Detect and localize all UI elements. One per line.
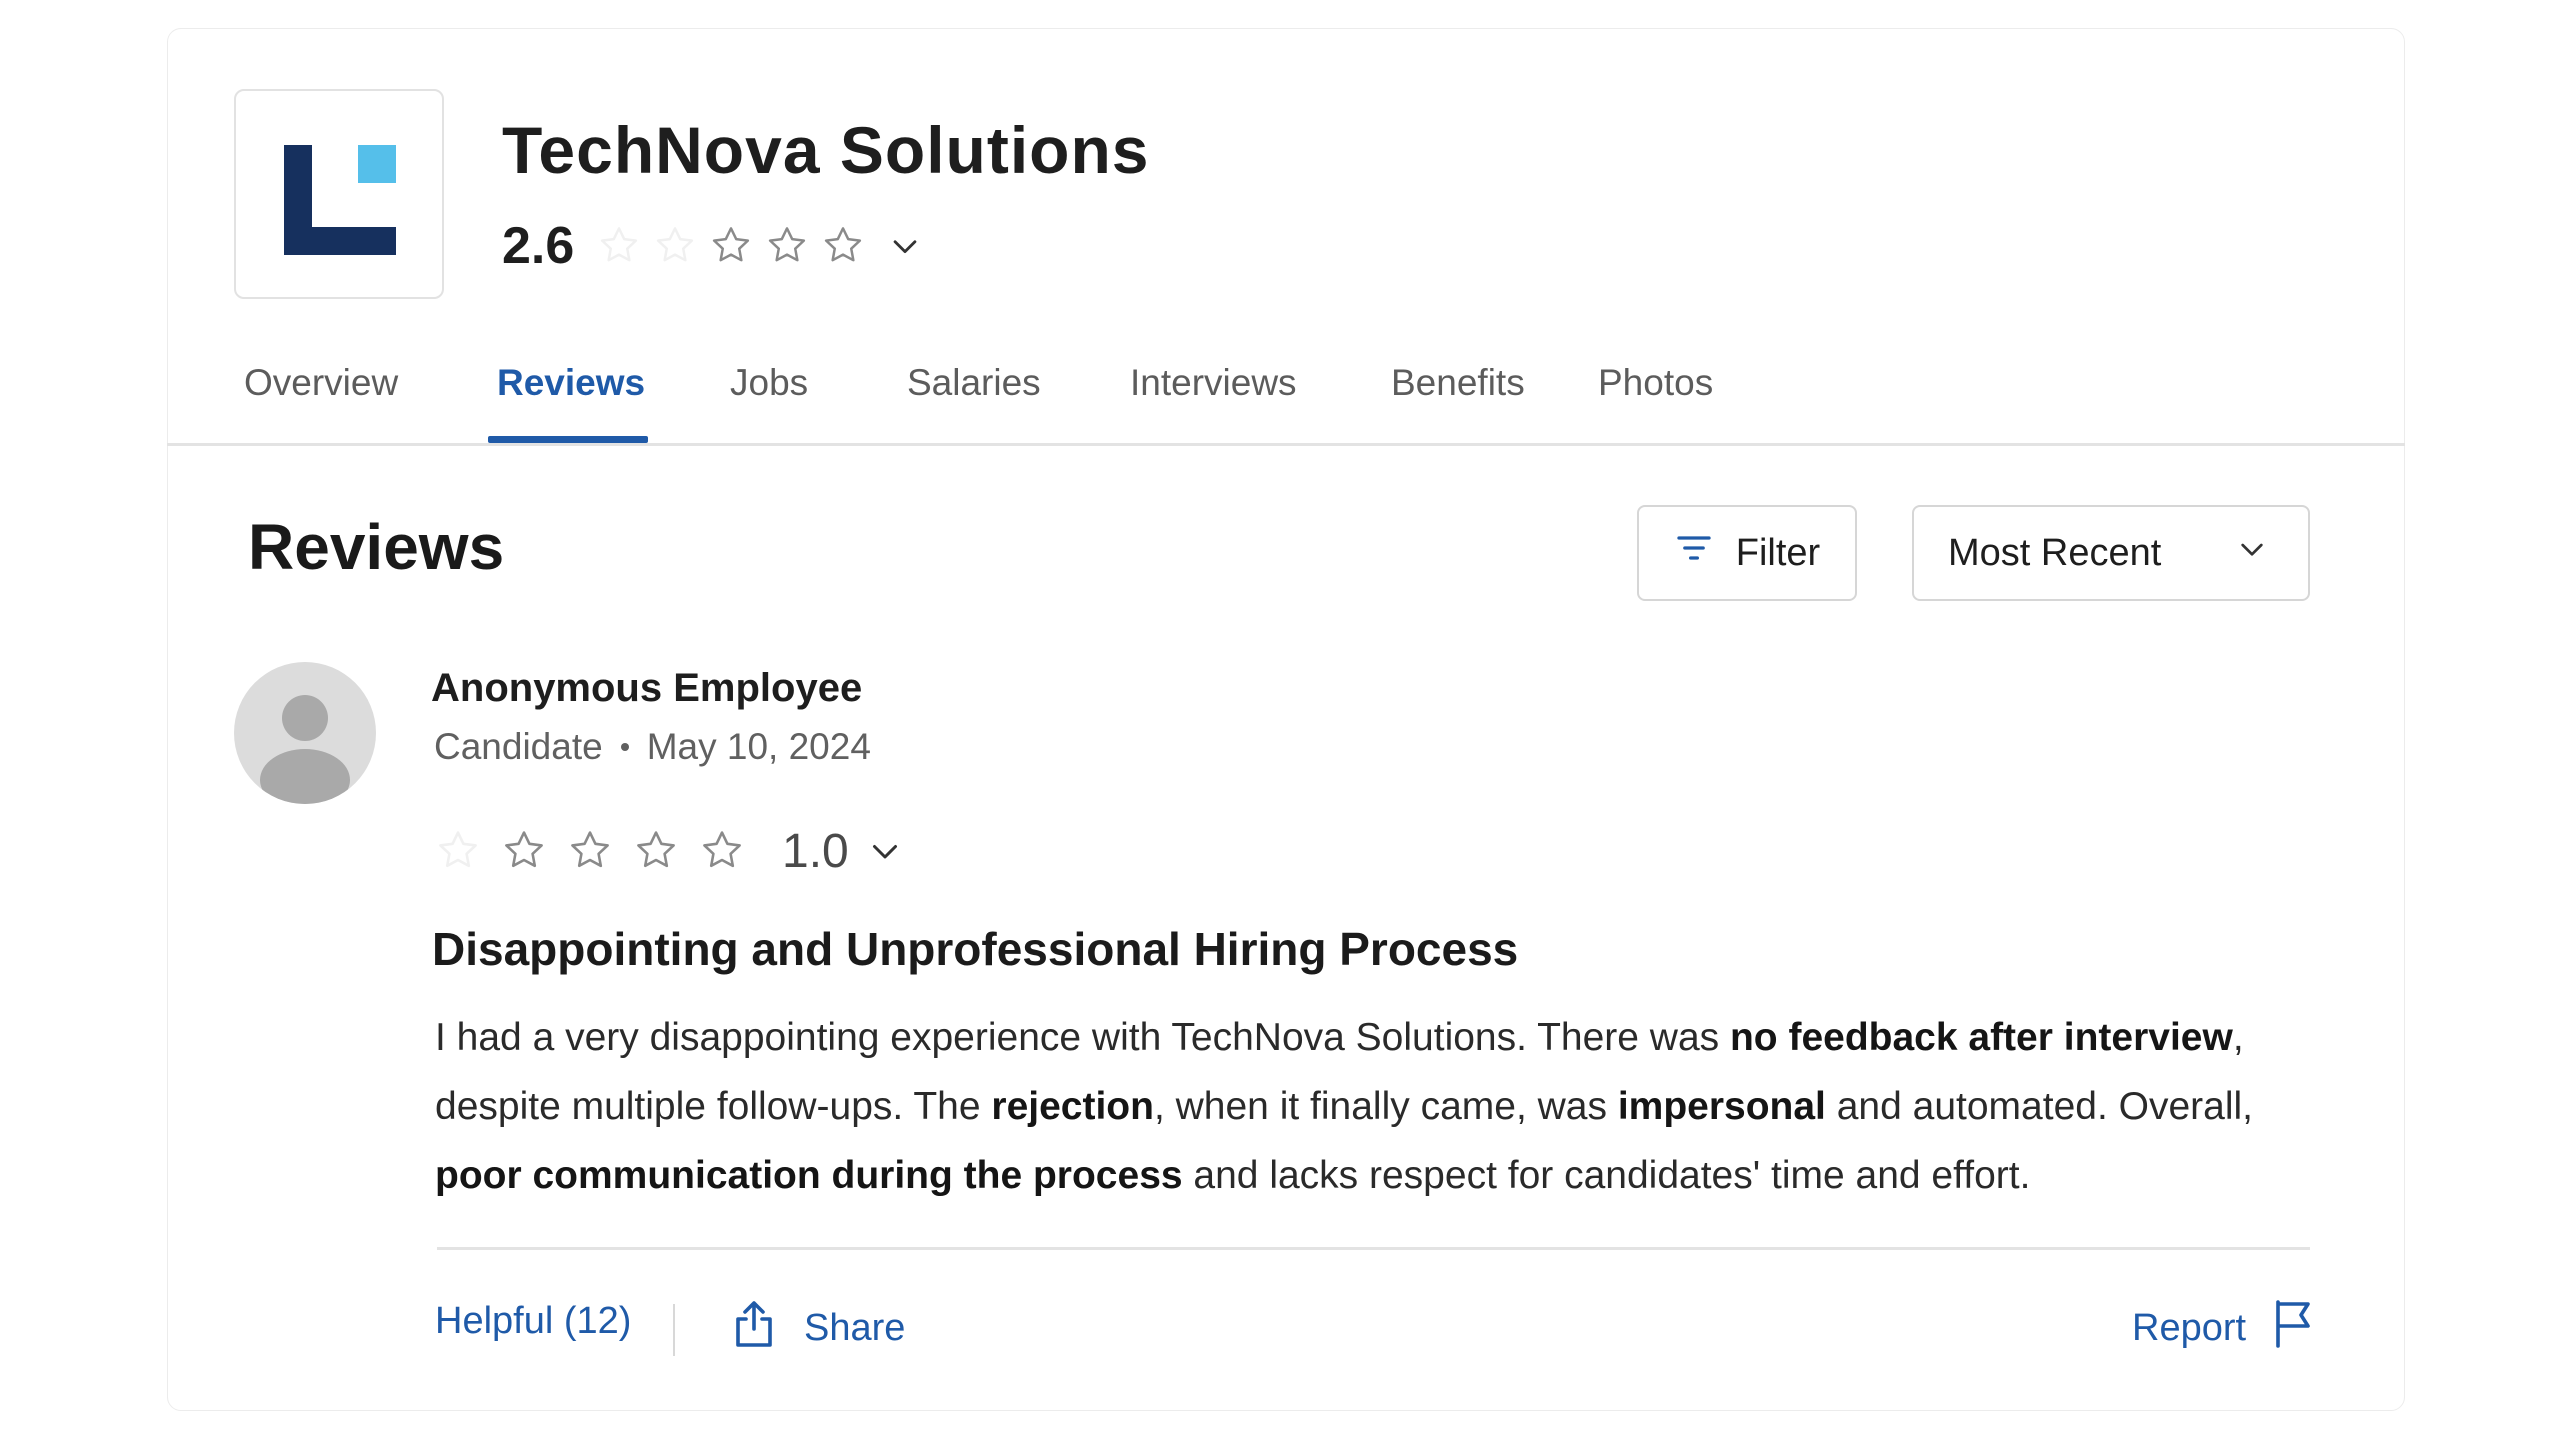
share-label: Share: [804, 1306, 906, 1349]
filter-icon: [1674, 528, 1714, 578]
reviewer-role: Candidate: [434, 726, 603, 767]
tab-photos[interactable]: Photos: [1598, 362, 1713, 404]
review-divider: [437, 1247, 2310, 1250]
review-highlight: no feedback after interview: [1729, 1016, 2233, 1059]
review-text: and lacks respect for candidates' time a…: [1182, 1154, 2031, 1197]
report-button[interactable]: Report: [2132, 1296, 2316, 1360]
active-tab-indicator: [488, 436, 648, 443]
flag-icon: [2272, 1298, 2316, 1358]
tab-reviews[interactable]: Reviews: [497, 362, 645, 404]
sort-label: Most Recent: [1948, 531, 2162, 574]
star-icon: [632, 827, 680, 875]
tab-overview[interactable]: Overview: [244, 362, 398, 404]
company-rating-value: 2.6: [502, 217, 575, 275]
review-rating-stars: [434, 827, 746, 875]
review-text: , when it finally came, was: [1153, 1085, 1618, 1128]
star-icon: [652, 223, 698, 269]
review-text: and automated. Overall,: [1825, 1085, 2253, 1128]
review-text: I had a very disappointing experience wi…: [435, 1016, 1730, 1059]
review-highlight: rejection: [991, 1085, 1154, 1128]
star-icon: [708, 223, 754, 269]
filter-button[interactable]: Filter: [1637, 505, 1857, 601]
logo-accent-square: [358, 145, 396, 183]
review-rating: 1.0: [434, 818, 903, 884]
review-highlight: poor communication during the process: [435, 1154, 1183, 1197]
tab-interviews[interactable]: Interviews: [1130, 362, 1297, 404]
star-icon: [434, 827, 482, 875]
helpful-button[interactable]: Helpful (12): [435, 1300, 631, 1343]
share-icon: [730, 1297, 778, 1359]
logo-mark: [284, 145, 396, 255]
company-rating-stars: [596, 223, 866, 269]
company-name: TechNova Solutions: [502, 113, 1150, 187]
chevron-down-icon[interactable]: [888, 229, 922, 263]
tab-salaries[interactable]: Salaries: [907, 362, 1041, 404]
avatar: [234, 662, 376, 804]
tab-jobs[interactable]: Jobs: [730, 362, 808, 404]
share-button[interactable]: Share: [730, 1296, 905, 1360]
review-highlight: impersonal: [1617, 1085, 1826, 1128]
company-tabs: Overview Reviews Jobs Salaries Interview…: [167, 350, 2405, 446]
report-label: Report: [2132, 1306, 2247, 1349]
star-icon: [566, 827, 614, 875]
company-rating: 2.6: [502, 214, 922, 278]
sort-select[interactable]: Most Recent: [1912, 505, 2310, 601]
star-icon: [820, 223, 866, 269]
company-logo: [234, 89, 444, 299]
meta-separator: [620, 743, 629, 751]
review-body: I had a very disappointing experience wi…: [435, 1003, 2335, 1210]
review-date: May 10, 2024: [646, 726, 871, 767]
action-separator: [673, 1304, 675, 1356]
reviewer-name: Anonymous Employee: [431, 666, 863, 710]
star-icon: [500, 827, 548, 875]
reviewer-meta: Candidate May 10, 2024: [434, 726, 871, 768]
user-silhouette-icon: [260, 695, 350, 804]
tab-benefits[interactable]: Benefits: [1391, 362, 1525, 404]
review-rating-value: 1.0: [782, 824, 849, 878]
chevron-down-icon[interactable]: [867, 833, 903, 869]
star-icon: [698, 827, 746, 875]
filter-label: Filter: [1735, 531, 1821, 574]
chevron-down-icon: [2236, 532, 2268, 575]
review-title: Disappointing and Unprofessional Hiring …: [432, 923, 1519, 975]
reviews-heading: Reviews: [248, 511, 505, 583]
star-icon: [764, 223, 810, 269]
star-icon: [596, 223, 642, 269]
